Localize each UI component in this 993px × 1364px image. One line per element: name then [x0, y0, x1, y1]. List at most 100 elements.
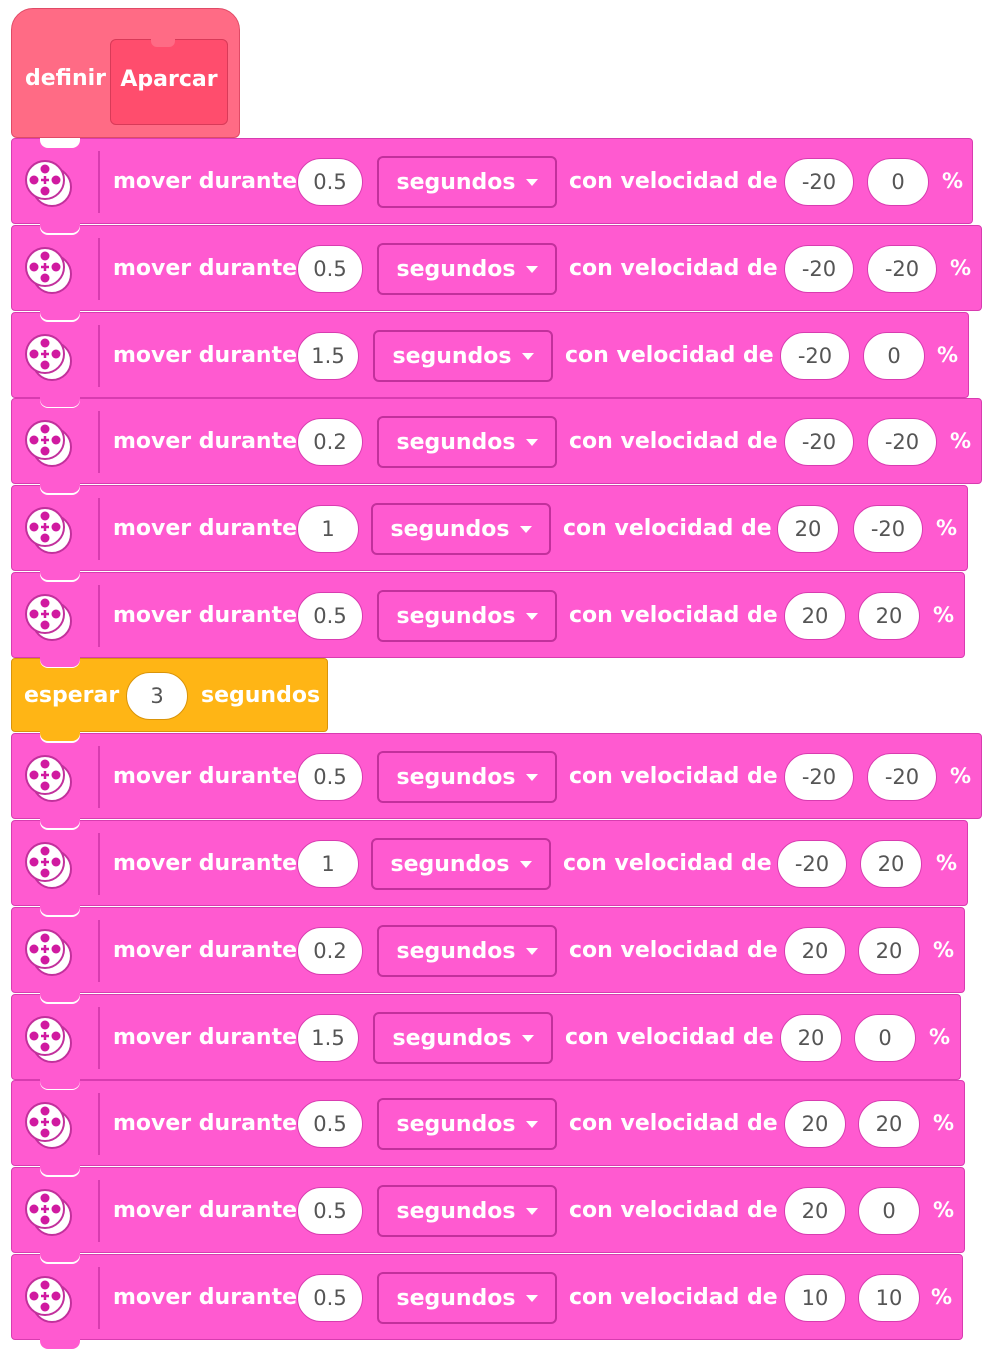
right-speed-input[interactable]: -20 — [867, 418, 937, 466]
right-speed-input[interactable]: -20 — [867, 245, 937, 293]
procedure-name-param[interactable]: Aparcar — [110, 39, 228, 125]
duration-input[interactable]: 1.5 — [297, 1014, 359, 1062]
wait-block[interactable]: esperar 3 segundos — [11, 658, 328, 741]
unit-dropdown[interactable]: segundos — [373, 330, 553, 382]
icon-separator — [98, 325, 100, 387]
icon-separator — [98, 238, 100, 300]
move-block[interactable]: mover durante 1.5 segundos con velocidad de… — [11, 312, 969, 407]
move-block[interactable]: mover durante 0.2 segundos con velocidad de… — [11, 398, 982, 493]
move-label: mover durante — [113, 169, 298, 194]
unit-dropdown[interactable]: segundos — [371, 838, 551, 890]
left-speed-input[interactable]: -20 — [784, 158, 854, 206]
left-speed-input[interactable]: -20 — [777, 840, 847, 888]
left-speed-input[interactable]: -20 — [784, 753, 854, 801]
move-block[interactable]: mover durante 0.5 segundos con velocidad de… — [11, 572, 965, 667]
unit-dropdown[interactable]: segundos — [377, 1098, 557, 1150]
duration-input[interactable]: 0.5 — [297, 1274, 363, 1322]
right-speed-input[interactable]: 0 — [867, 158, 929, 206]
move-block[interactable]: mover durante 0.5 segundos con velocidad de… — [11, 225, 982, 320]
left-speed-input[interactable]: -20 — [780, 332, 850, 380]
left-speed-input[interactable]: 20 — [780, 1014, 842, 1062]
icon-separator — [98, 920, 100, 982]
duration-input[interactable]: 0.2 — [297, 927, 363, 975]
right-speed-input[interactable]: 0 — [863, 332, 925, 380]
unit-dropdown[interactable]: segundos — [377, 590, 557, 642]
move-block[interactable]: mover durante 1 segundos con velocidad de 20… — [11, 485, 968, 580]
right-speed-input[interactable]: -20 — [867, 753, 937, 801]
move-block[interactable]: mover durante 0.5 segundos con velocidad de… — [11, 1080, 965, 1175]
unit-dropdown[interactable]: segundos — [377, 751, 557, 803]
chevron-down-icon — [519, 860, 532, 868]
right-speed-input[interactable]: 0 — [854, 1014, 916, 1062]
speed-label: con velocidad de — [569, 938, 778, 963]
speed-label: con velocidad de — [569, 1285, 778, 1310]
right-speed-input[interactable]: 10 — [858, 1274, 920, 1322]
unit-dropdown-label: segundos — [396, 764, 516, 790]
unit-dropdown[interactable]: segundos — [377, 925, 557, 977]
block-tab — [40, 1165, 80, 1175]
unit-dropdown[interactable]: segundos — [371, 503, 551, 555]
left-speed-input[interactable]: 20 — [777, 505, 839, 553]
define-block[interactable]: definir Aparcar — [11, 8, 240, 138]
unit-dropdown-label: segundos — [390, 851, 510, 877]
speed-label: con velocidad de — [569, 603, 778, 628]
move-block[interactable]: mover durante 0.5 segundos con velocidad de… — [11, 733, 982, 828]
left-speed-input[interactable]: 20 — [784, 592, 846, 640]
move-block[interactable]: mover durante 0.5 segundos con velocidad de… — [11, 138, 973, 233]
unit-dropdown-label: segundos — [392, 1025, 512, 1051]
right-speed-input[interactable]: 20 — [858, 592, 920, 640]
duration-input[interactable]: 1.5 — [297, 332, 359, 380]
right-speed-input[interactable]: 20 — [858, 927, 920, 975]
percent-label: % — [950, 429, 972, 453]
right-speed-input[interactable]: -20 — [853, 505, 923, 553]
unit-dropdown[interactable]: segundos — [377, 1272, 557, 1324]
speed-label: con velocidad de — [569, 169, 778, 194]
chevron-down-icon — [525, 178, 538, 186]
duration-input[interactable]: 0.5 — [297, 1100, 363, 1148]
move-block[interactable]: mover durante 1 segundos con velocidad de -2… — [11, 820, 968, 915]
chevron-down-icon — [525, 947, 538, 955]
right-speed-input[interactable]: 20 — [858, 1100, 920, 1148]
unit-dropdown-label: segundos — [396, 938, 516, 964]
percent-label: % — [937, 343, 959, 367]
duration-input[interactable]: 0.5 — [297, 245, 363, 293]
duration-input[interactable]: 0.5 — [297, 1187, 363, 1235]
move-pair-icon — [24, 419, 72, 467]
speed-label: con velocidad de — [563, 851, 772, 876]
left-speed-input[interactable]: 20 — [784, 927, 846, 975]
icon-separator — [98, 833, 100, 895]
unit-dropdown[interactable]: segundos — [377, 243, 557, 295]
move-block[interactable]: mover durante 1.5 segundos con velocidad de… — [11, 994, 961, 1089]
duration-input[interactable]: 0.5 — [297, 158, 363, 206]
block-tab — [40, 731, 80, 741]
icon-separator — [98, 1180, 100, 1242]
left-speed-input[interactable]: 20 — [784, 1100, 846, 1148]
move-block[interactable]: mover durante 0.5 segundos con velocidad de… — [11, 1254, 963, 1349]
move-block[interactable]: mover durante 0.2 segundos con velocidad de… — [11, 907, 965, 1002]
left-speed-input[interactable]: 20 — [784, 1187, 846, 1235]
right-speed-input[interactable]: 20 — [860, 840, 922, 888]
left-speed-input[interactable]: -20 — [784, 245, 854, 293]
wait-duration-input[interactable]: 3 — [126, 672, 188, 720]
define-keyword: definir — [25, 66, 107, 91]
unit-dropdown[interactable]: segundos — [373, 1012, 553, 1064]
right-speed-input[interactable]: 0 — [858, 1187, 920, 1235]
speed-label: con velocidad de — [569, 1111, 778, 1136]
duration-input[interactable]: 0.2 — [297, 418, 363, 466]
duration-input[interactable]: 1 — [297, 505, 359, 553]
icon-separator — [98, 411, 100, 473]
wait-label: esperar — [24, 683, 120, 708]
unit-dropdown[interactable]: segundos — [377, 156, 557, 208]
duration-input[interactable]: 0.5 — [297, 592, 363, 640]
left-speed-input[interactable]: -20 — [784, 418, 854, 466]
chevron-down-icon — [521, 1034, 534, 1042]
unit-dropdown[interactable]: segundos — [377, 1185, 557, 1237]
percent-label: % — [936, 851, 958, 875]
chevron-down-icon — [519, 525, 532, 533]
unit-dropdown[interactable]: segundos — [377, 416, 557, 468]
duration-input[interactable]: 0.5 — [297, 753, 363, 801]
move-block[interactable]: mover durante 0.5 segundos con velocidad de… — [11, 1167, 965, 1262]
duration-input[interactable]: 1 — [297, 840, 359, 888]
left-speed-input[interactable]: 10 — [784, 1274, 846, 1322]
block-tab — [40, 1252, 80, 1262]
